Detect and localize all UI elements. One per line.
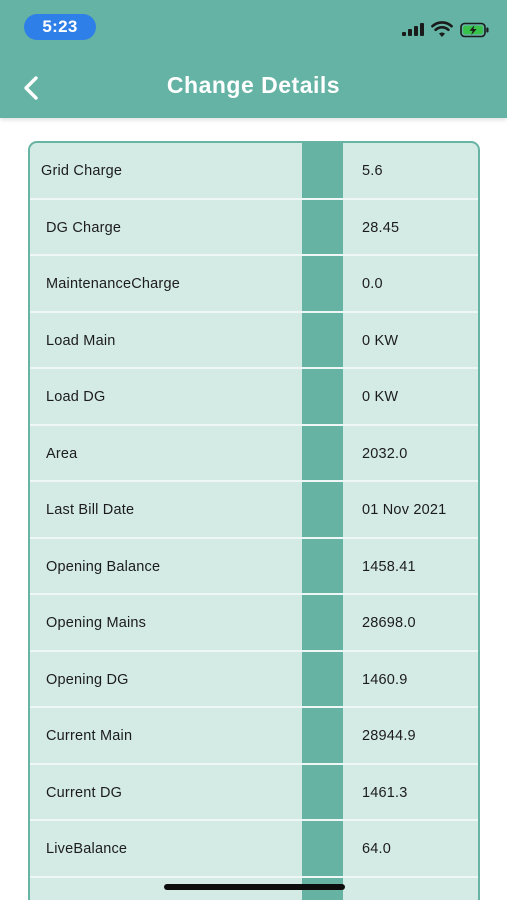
detail-value: 2032.0: [362, 445, 408, 462]
detail-label: LiveBalance: [46, 841, 128, 857]
detail-value: 0 KW: [362, 332, 399, 349]
detail-row: MaintenanceCharge 0.0: [30, 256, 478, 313]
detail-row: DG Charge 28.45: [30, 200, 478, 256]
app-header: 5:23 Change Details: [0, 0, 507, 118]
screen: 5:23 Change Details Grid Charge 5.6 DG C…: [0, 0, 507, 900]
page-title: Change Details: [166, 72, 341, 98]
detail-row: Current DG 1461.3: [30, 765, 478, 821]
cellular-signal-icon: [402, 22, 426, 36]
status-bar: 5:23: [0, 0, 507, 52]
detail-label: Opening Mains: [46, 615, 147, 631]
detail-label: Current DG: [46, 784, 123, 801]
detail-value: 01 Nov 2021: [362, 502, 447, 518]
detail-value: 28.45: [362, 219, 400, 236]
detail-value: 0.0: [362, 276, 383, 292]
back-button[interactable]: [14, 70, 50, 106]
detail-label: Opening DG: [46, 671, 129, 688]
detail-label: Opening Balance: [46, 558, 161, 575]
detail-value: 5.6: [362, 163, 383, 179]
detail-row: Last Bill Date 01 Nov 2021: [30, 482, 478, 539]
nav-bar: Change Details: [0, 56, 507, 118]
detail-label: Area: [46, 445, 78, 462]
detail-label: Load DG: [46, 389, 106, 405]
detail-row: Current Main 28944.9: [30, 708, 478, 765]
detail-label: Load Main: [46, 332, 116, 349]
detail-value: 64.0: [362, 841, 392, 857]
detail-label: Current Main: [46, 728, 133, 744]
wifi-icon: [431, 21, 453, 37]
detail-row: Load Main 0 KW: [30, 313, 478, 369]
chevron-left-icon: [24, 76, 38, 100]
detail-value: 28698.0: [362, 615, 416, 631]
detail-row: Grid Charge 5.6: [30, 143, 478, 200]
detail-row: Opening Balance 1458.41: [30, 539, 478, 595]
battery-charging-icon: [460, 22, 489, 38]
detail-label: MaintenanceCharge: [46, 276, 180, 292]
detail-label: DG Charge: [46, 219, 122, 236]
detail-row: Area 2032.0: [30, 426, 478, 482]
detail-row: Opening DG 1460.9: [30, 652, 478, 708]
home-indicator[interactable]: [164, 884, 345, 890]
detail-value: 1461.3: [362, 784, 408, 801]
detail-row: Load DG 0 KW: [30, 369, 478, 426]
detail-label: Grid Charge: [41, 163, 123, 179]
detail-value: 1460.9: [362, 671, 408, 688]
detail-value: 0 KW: [362, 389, 399, 405]
details-card: Grid Charge 5.6 DG Charge 28.45 MaintenanceC…: [28, 141, 480, 900]
detail-row: Opening Mains 28698.0: [30, 595, 478, 652]
detail-value: 28944.9: [362, 728, 416, 744]
status-time: 5:23: [24, 14, 96, 40]
detail-value: 1458.41: [362, 558, 416, 575]
detail-label: Last Bill Date: [46, 502, 135, 518]
detail-row: LiveBalance 64.0: [30, 821, 478, 878]
